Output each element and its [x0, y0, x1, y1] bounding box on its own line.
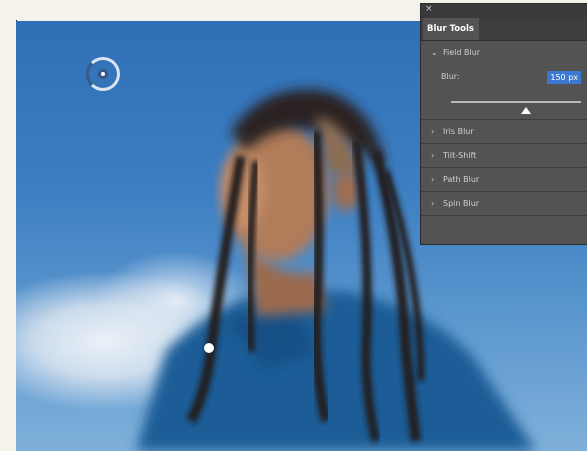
chevron-right-icon: › — [431, 175, 435, 184]
blur-label: Blur: — [441, 72, 460, 81]
chevron-right-icon: › — [431, 127, 435, 136]
section-tilt-shift[interactable]: › Tilt-Shift — [421, 144, 587, 168]
section-header-tilt-shift[interactable]: › Tilt-Shift — [421, 144, 587, 167]
section-label: Path Blur — [443, 175, 480, 184]
panel-tab-row: Blur Tools — [421, 18, 587, 41]
blur-slider-thumb[interactable] — [521, 107, 532, 114]
section-label: Tilt-Shift — [443, 151, 477, 160]
tab-blur-tools[interactable]: Blur Tools — [423, 18, 479, 40]
blur-tools-panel: × Blur Tools ⌄ Field Blur Blur: 150 px › I… — [421, 4, 587, 244]
section-header-path-blur[interactable]: › Path Blur — [421, 168, 587, 191]
panel-title-bar: × — [421, 4, 587, 18]
section-header-spin-blur[interactable]: › Spin Blur — [421, 192, 587, 215]
section-label: Iris Blur — [443, 127, 474, 136]
blur-value-field[interactable]: 150 px — [547, 71, 581, 84]
blur-pin-handle[interactable] — [204, 343, 214, 353]
section-header-field-blur[interactable]: ⌄ Field Blur — [421, 41, 587, 64]
section-label: Spin Blur — [443, 199, 480, 208]
section-field-blur: ⌄ Field Blur Blur: 150 px — [421, 41, 587, 120]
blur-amount-row: Blur: 150 px — [441, 71, 581, 85]
workspace: × Blur Tools ⌄ Field Blur Blur: 150 px › I… — [0, 0, 587, 451]
section-iris-blur[interactable]: › Iris Blur — [421, 120, 587, 144]
chevron-right-icon: › — [431, 199, 435, 208]
blur-slider-track[interactable] — [451, 101, 581, 103]
field-blur-pin-center[interactable] — [98, 69, 108, 79]
close-icon[interactable]: × — [425, 5, 433, 14]
chevron-right-icon: › — [431, 151, 435, 160]
section-header-iris-blur[interactable]: › Iris Blur — [421, 120, 587, 143]
section-label: Field Blur — [443, 48, 481, 57]
left-edge-divider — [0, 20, 17, 240]
section-spin-blur[interactable]: › Spin Blur — [421, 192, 587, 216]
section-path-blur[interactable]: › Path Blur — [421, 168, 587, 192]
chevron-down-icon: ⌄ — [431, 48, 438, 57]
